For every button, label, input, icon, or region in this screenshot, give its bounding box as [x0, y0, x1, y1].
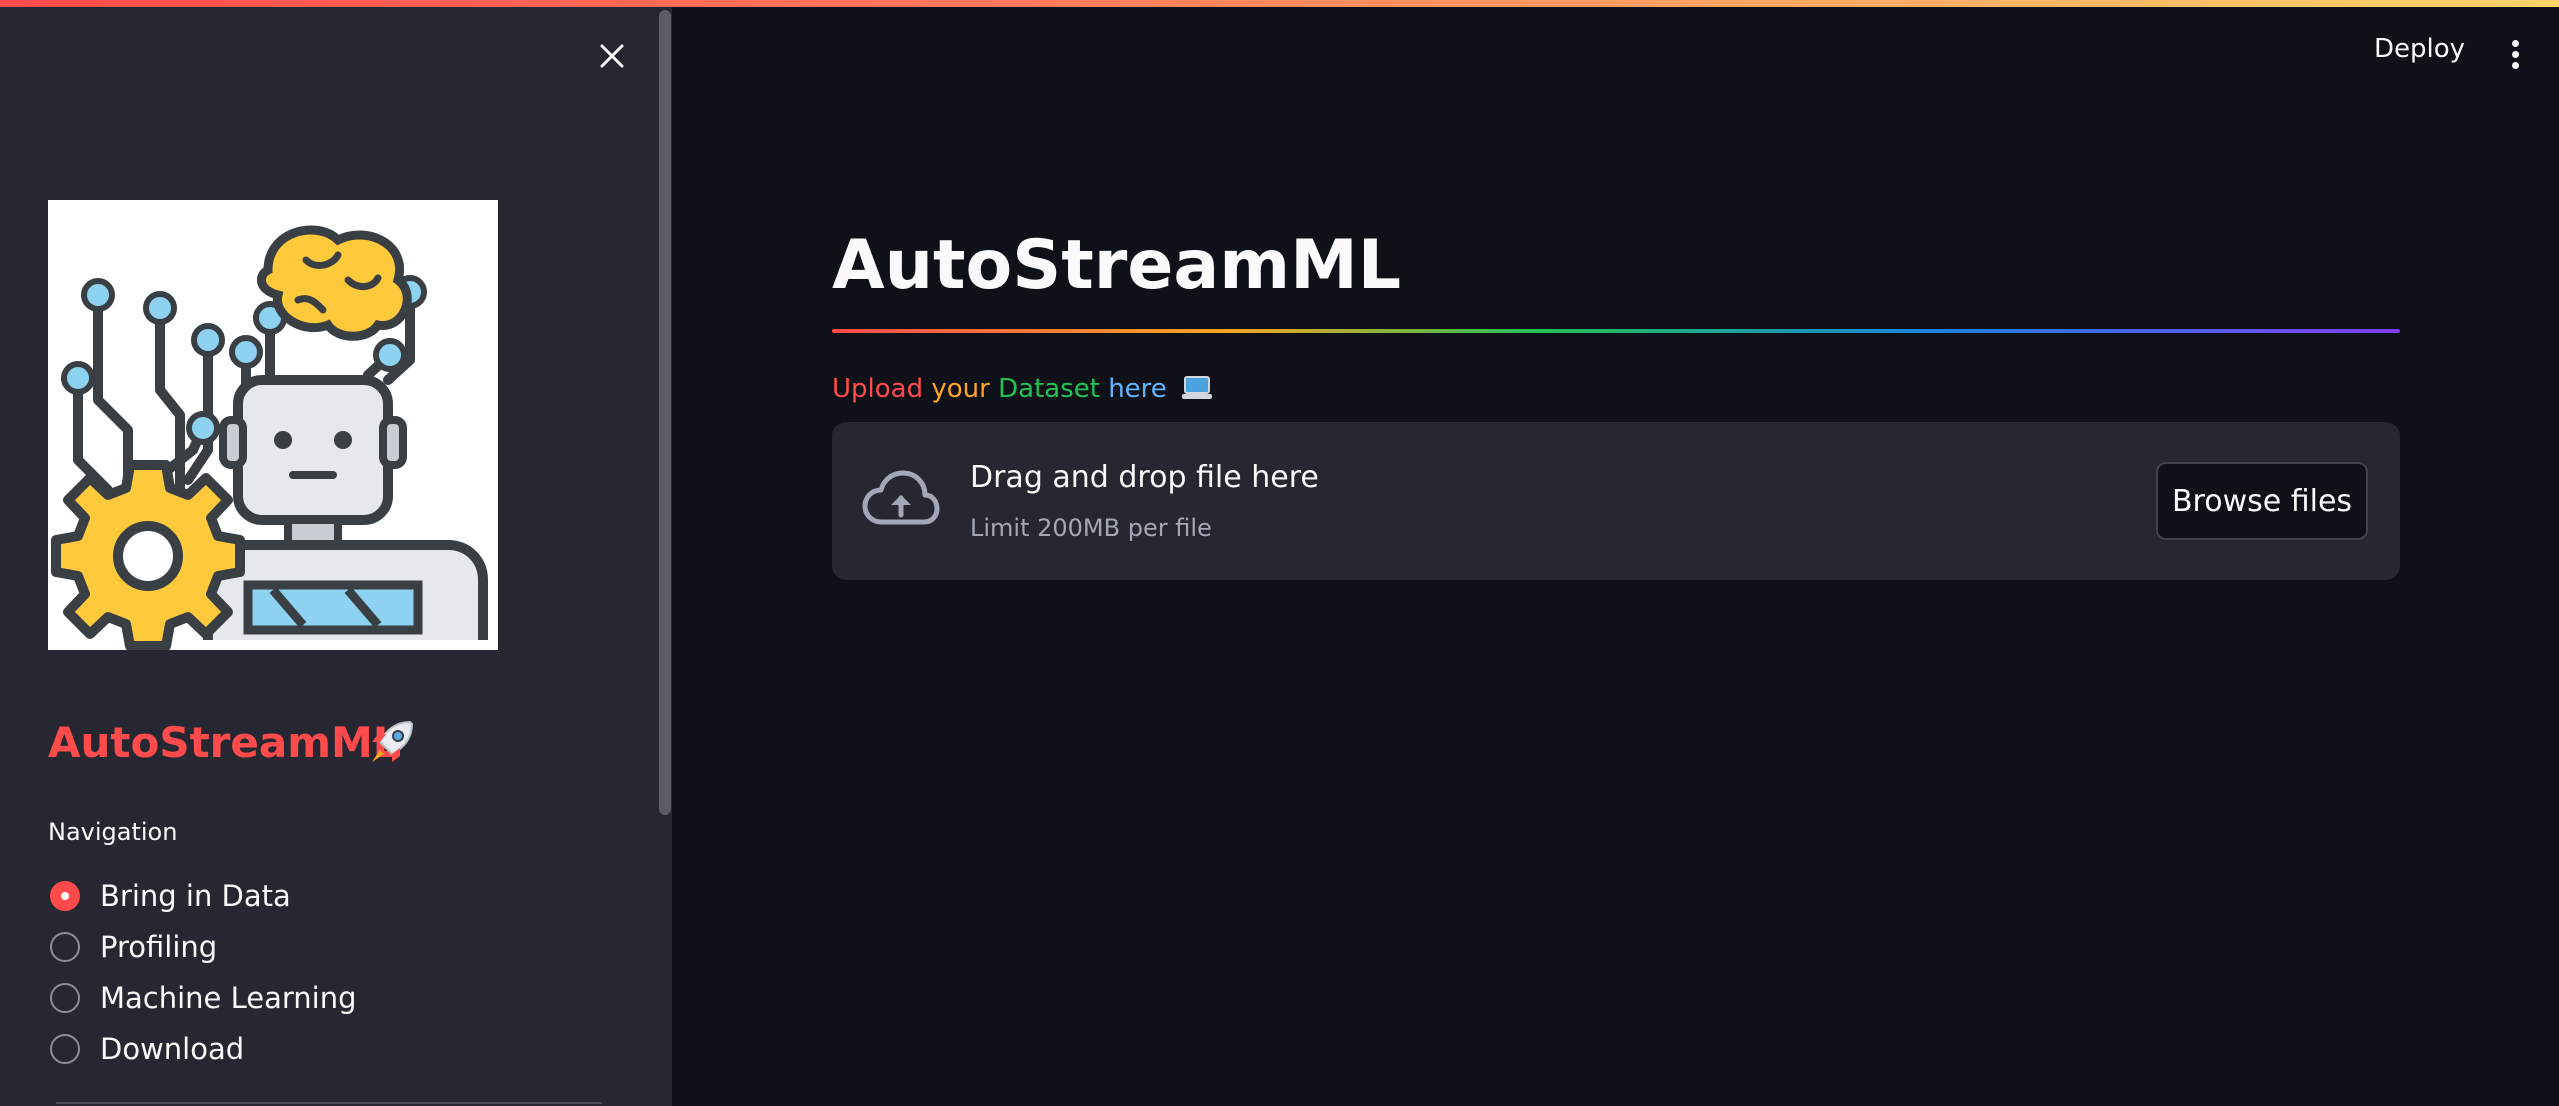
rainbow-divider	[832, 329, 2400, 333]
kebab-menu-icon	[2511, 61, 2519, 69]
close-icon	[600, 44, 624, 68]
sidebar-title-text: AutoStreamML	[48, 718, 400, 767]
top-decoration-bar	[0, 0, 2559, 7]
nav-option-label: Machine Learning	[100, 980, 357, 1015]
radio-unselected-icon[interactable]	[50, 1033, 80, 1064]
navigation-radio-group: Bring in Data Profiling Machine Learning…	[50, 870, 357, 1074]
nav-option-download[interactable]: Download	[50, 1023, 357, 1074]
close-sidebar-button[interactable]	[592, 36, 632, 76]
page-title: AutoStreamML	[832, 226, 1402, 305]
nav-option-bring-in-data[interactable]: Bring in Data	[50, 870, 357, 921]
kebab-menu-icon	[2511, 39, 2519, 47]
upload-label: Upload your Dataset here	[832, 374, 1213, 408]
sidebar-divider	[56, 1102, 602, 1104]
upload-label-word: Dataset	[998, 374, 1100, 404]
deploy-button[interactable]: Deploy	[2360, 30, 2479, 74]
file-uploader-dropzone[interactable]: Drag and drop file here Limit 200MB per …	[832, 422, 2400, 580]
main-menu-button[interactable]	[2500, 34, 2530, 74]
upload-label-word: here	[1108, 374, 1167, 404]
rocket-icon	[366, 716, 418, 778]
file-size-limit: Limit 200MB per file	[970, 514, 1212, 542]
sidebar: AutoStreamML Navigation Bring in Data Pr…	[0, 0, 672, 1106]
laptop-icon	[1181, 375, 1213, 408]
cloud-upload-icon	[862, 468, 940, 532]
sidebar-title: AutoStreamML	[48, 718, 414, 767]
sidebar-scrollbar[interactable]	[659, 10, 671, 815]
nav-option-label: Profiling	[100, 929, 218, 964]
upload-label-word: your	[931, 374, 990, 404]
navigation-label: Navigation	[48, 818, 178, 846]
radio-unselected-icon[interactable]	[50, 982, 80, 1013]
nav-option-label: Download	[100, 1031, 245, 1066]
nav-option-profiling[interactable]: Profiling	[50, 921, 357, 972]
robot-brain-gear-illustration	[48, 200, 498, 651]
nav-option-label: Bring in Data	[100, 878, 291, 913]
radio-unselected-icon[interactable]	[50, 931, 80, 962]
browse-files-button[interactable]: Browse files	[2156, 462, 2368, 540]
radio-selected-icon[interactable]	[50, 880, 80, 911]
drag-drop-instruction: Drag and drop file here	[970, 460, 1319, 495]
nav-option-machine-learning[interactable]: Machine Learning	[50, 972, 357, 1023]
kebab-menu-icon	[2511, 50, 2519, 58]
upload-label-word: Upload	[832, 374, 924, 404]
